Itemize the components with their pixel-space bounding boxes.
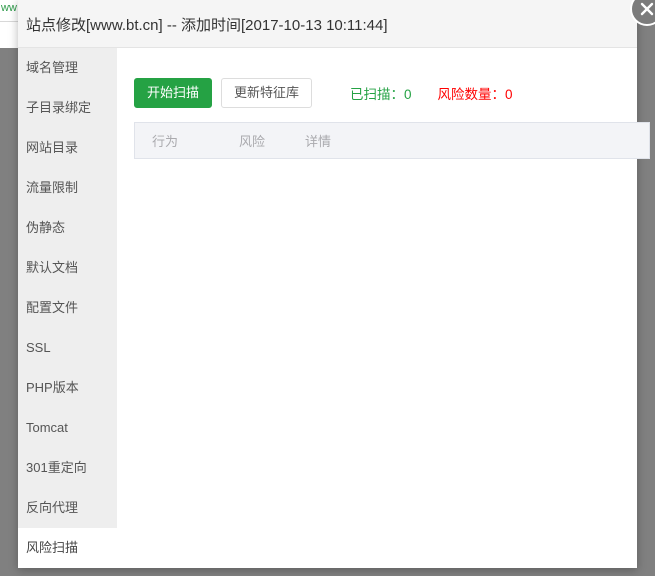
risk-count-status: 风险数量：0	[437, 87, 513, 102]
sidebar-item-default-document[interactable]: 默认文档	[18, 248, 117, 288]
toolbar: 开始扫描 更新特征库 已扫描：0 风险数量：0	[134, 78, 513, 108]
sidebar-item-site-directory[interactable]: 网站目录	[18, 128, 117, 168]
sidebar-item-domain-management[interactable]: 域名管理	[18, 48, 117, 88]
close-icon[interactable]	[630, 0, 655, 26]
background-page-text: ww	[1, 2, 17, 14]
table-header-row: 行为 风险 详情	[134, 122, 650, 159]
sidebar-item-pseudo-static[interactable]: 伪静态	[18, 208, 117, 248]
start-scan-button[interactable]: 开始扫描	[134, 78, 213, 108]
sidebar-item-subdirectory-binding[interactable]: 子目录绑定	[18, 88, 117, 128]
sidebar-item-reverse-proxy[interactable]: 反向代理	[18, 488, 117, 528]
sidebar-item-risk-scan[interactable]: 风险扫描	[18, 528, 117, 568]
sidebar: 域名管理 子目录绑定 网站目录 流量限制 伪静态 默认文档 配置文件 SSL P…	[18, 48, 117, 568]
modal-titlebar: 站点修改[www.bt.cn] -- 添加时间[2017-10-13 10:11…	[18, 0, 637, 48]
column-header-risk: 风险	[239, 134, 266, 149]
modal-body: 域名管理 子目录绑定 网站目录 流量限制 伪静态 默认文档 配置文件 SSL P…	[18, 48, 650, 568]
sidebar-item-tomcat[interactable]: Tomcat	[18, 408, 117, 448]
column-header-detail: 详情	[305, 134, 332, 149]
scanned-count-status: 已扫描：0	[350, 87, 412, 102]
sidebar-item-traffic-limit[interactable]: 流量限制	[18, 168, 117, 208]
site-edit-modal: 站点修改[www.bt.cn] -- 添加时间[2017-10-13 10:11…	[18, 0, 655, 568]
sidebar-item-301-redirect[interactable]: 301重定向	[18, 448, 117, 488]
column-header-behavior: 行为	[152, 134, 179, 149]
sidebar-item-config-file[interactable]: 配置文件	[18, 288, 117, 328]
update-signatures-button[interactable]: 更新特征库	[221, 78, 313, 108]
background-page-divider	[0, 21, 18, 22]
content-pane: 开始扫描 更新特征库 已扫描：0 风险数量：0 行为 风险 详情	[117, 48, 650, 568]
page-title: 站点修改[www.bt.cn] -- 添加时间[2017-10-13 10:11…	[26, 17, 388, 34]
scan-results-table: 行为 风险 详情	[134, 122, 650, 159]
background-page-fragment: ww	[0, 0, 18, 48]
sidebar-item-ssl[interactable]: SSL	[18, 328, 117, 368]
sidebar-item-php-version[interactable]: PHP版本	[18, 368, 117, 408]
